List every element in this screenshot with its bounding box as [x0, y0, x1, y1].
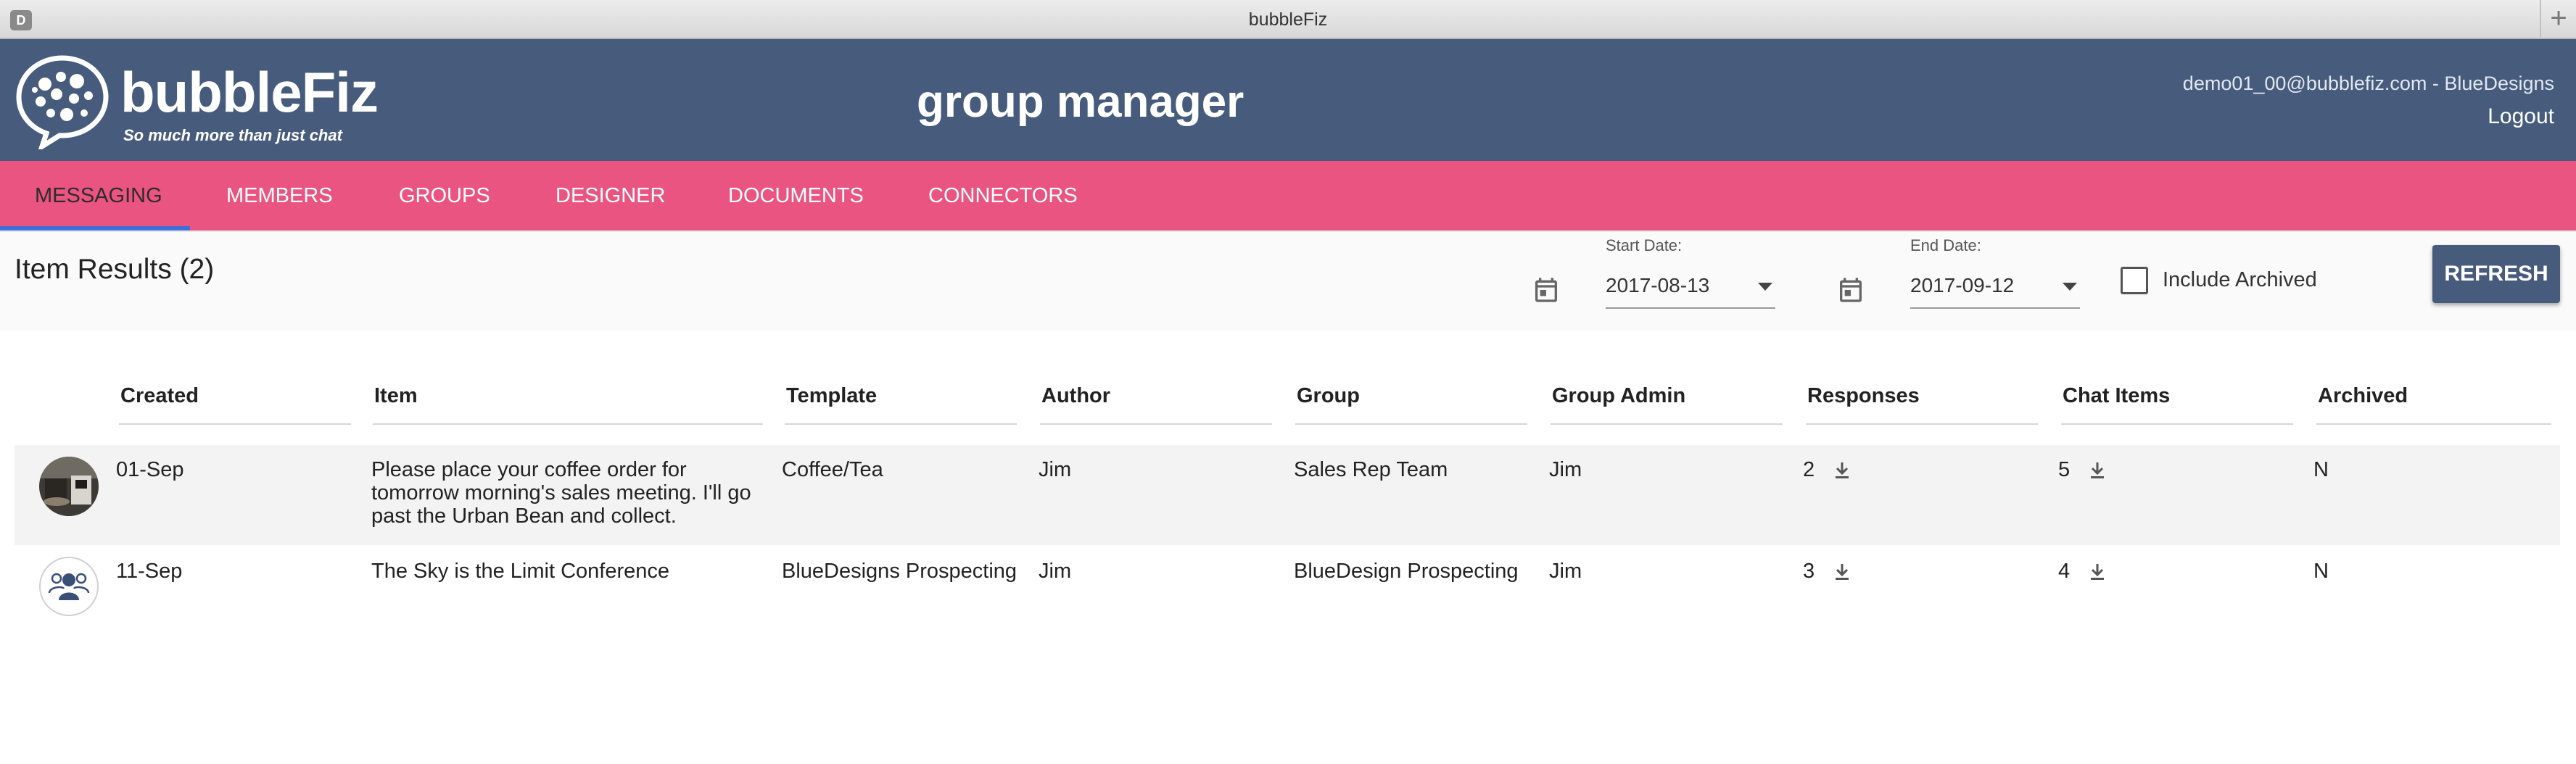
row-group: Sales Rep Team	[1294, 458, 1448, 481]
row-item-line: past the Urban Bean and collect.	[371, 505, 677, 528]
nav-tab-messaging[interactable]: MESSAGING	[35, 161, 162, 231]
column-divider	[2316, 423, 2551, 425]
column-header-group[interactable]: Group	[1297, 384, 1360, 408]
nav-tab-connectors[interactable]: CONNECTORS	[928, 161, 1078, 231]
row-group-admin: Jim	[1549, 560, 1582, 583]
user-account-info: demo01_00@bubblefiz.com - BlueDesigns	[2182, 72, 2554, 94]
table-row[interactable]: 11-Sep The Sky is the Limit Conference B…	[15, 548, 2560, 620]
column-divider	[373, 423, 763, 425]
column-header-archived[interactable]: Archived	[2318, 384, 2408, 408]
row-chat-items: 5	[2058, 458, 2071, 481]
column-divider	[1295, 423, 1527, 425]
end-date-caret-down-icon[interactable]	[2063, 283, 2077, 291]
start-date-caret-down-icon[interactable]	[1758, 283, 1772, 291]
column-header-item[interactable]: Item	[374, 384, 418, 408]
nav-tab-designer[interactable]: DESIGNER	[556, 161, 665, 231]
column-divider	[785, 423, 1017, 425]
filter-bar: Item Results (2) Start Date: 2017-08-13 …	[0, 231, 2576, 331]
refresh-button[interactable]: REFRESH	[2432, 245, 2560, 303]
row-archived: N	[2313, 458, 2329, 481]
column-divider	[2061, 423, 2293, 425]
column-header-group-admin[interactable]: Group Admin	[1552, 384, 1685, 408]
row-created: 11-Sep	[116, 560, 183, 583]
brand-name: bubbleFiz	[120, 60, 379, 124]
column-header-author[interactable]: Author	[1041, 384, 1110, 408]
column-divider	[119, 423, 351, 425]
row-author: Jim	[1039, 560, 1072, 583]
nav-tab-documents[interactable]: DOCUMENTS	[728, 161, 864, 231]
end-calendar-icon[interactable]	[1836, 275, 1865, 304]
row-item[interactable]: The Sky is the Limit Conference	[371, 560, 669, 583]
start-date-label: Start Date:	[1606, 236, 1683, 254]
download-chat-items-icon[interactable]	[2089, 562, 2106, 581]
row-item[interactable]: Please place your coffee order for tomor…	[371, 458, 751, 528]
download-responses-icon[interactable]	[1833, 562, 1851, 581]
include-archived-label: Include Archived	[2163, 268, 2317, 291]
column-header-chat-items[interactable]: Chat Items	[2063, 384, 2170, 408]
main-nav: MESSAGING MEMBERS GROUPS DESIGNER DOCUME…	[0, 161, 2576, 231]
end-date-underline	[1910, 307, 2080, 309]
row-responses: 3	[1803, 560, 1815, 583]
row-template: BlueDesigns Prospecting	[782, 560, 1017, 583]
row-archived: N	[2313, 560, 2329, 583]
browser-titlebar: D bubbleFiz +	[0, 0, 2576, 39]
row-item-line: tomorrow morning's sales meeting. I'll g…	[371, 481, 751, 505]
results-title: Item Results (2)	[15, 254, 215, 285]
start-calendar-icon[interactable]	[1532, 275, 1561, 304]
brand-tagline: So much more than just chat	[123, 126, 342, 144]
coffee-photo-avatar	[39, 457, 99, 516]
nav-tab-groups[interactable]: GROUPS	[399, 161, 490, 231]
app-header: bubbleFiz So much more than just chat gr…	[0, 39, 2576, 161]
app-title: group manager	[917, 77, 1244, 127]
column-divider	[1040, 423, 1272, 425]
row-author: Jim	[1039, 458, 1072, 481]
row-item-line: The Sky is the Limit Conference	[371, 560, 670, 583]
bubblefiz-logo-icon[interactable]	[13, 54, 112, 149]
row-group: BlueDesign Prospecting	[1294, 560, 1519, 583]
new-tab-button[interactable]: +	[2540, 0, 2576, 39]
end-date-label: End Date:	[1910, 236, 1981, 254]
row-responses: 2	[1803, 458, 1815, 481]
table-row[interactable]: 01-Sep Please place your coffee order fo…	[15, 445, 2560, 545]
column-header-created[interactable]: Created	[120, 384, 199, 408]
download-responses-icon[interactable]	[1833, 461, 1851, 480]
row-item-line: Please place your coffee order for	[371, 458, 687, 481]
row-group-admin: Jim	[1549, 458, 1582, 481]
include-archived-checkbox[interactable]	[2121, 267, 2148, 294]
group-people-avatar	[39, 557, 99, 616]
row-chat-items: 4	[2058, 560, 2071, 583]
row-created: 01-Sep	[116, 458, 184, 481]
download-chat-items-icon[interactable]	[2089, 461, 2106, 480]
start-date-underline	[1606, 307, 1775, 309]
start-date-input[interactable]: 2017-08-13	[1606, 274, 1709, 297]
column-header-responses[interactable]: Responses	[1807, 384, 1920, 408]
column-header-template[interactable]: Template	[786, 384, 877, 408]
column-divider	[1806, 423, 2038, 425]
browser-title: bubbleFiz	[1248, 9, 1328, 30]
nav-tab-members[interactable]: MEMBERS	[226, 161, 333, 231]
row-template: Coffee/Tea	[782, 458, 883, 481]
column-divider	[1551, 423, 1783, 425]
logout-link[interactable]: Logout	[2488, 104, 2554, 129]
end-date-input[interactable]: 2017-09-12	[1910, 274, 2014, 297]
